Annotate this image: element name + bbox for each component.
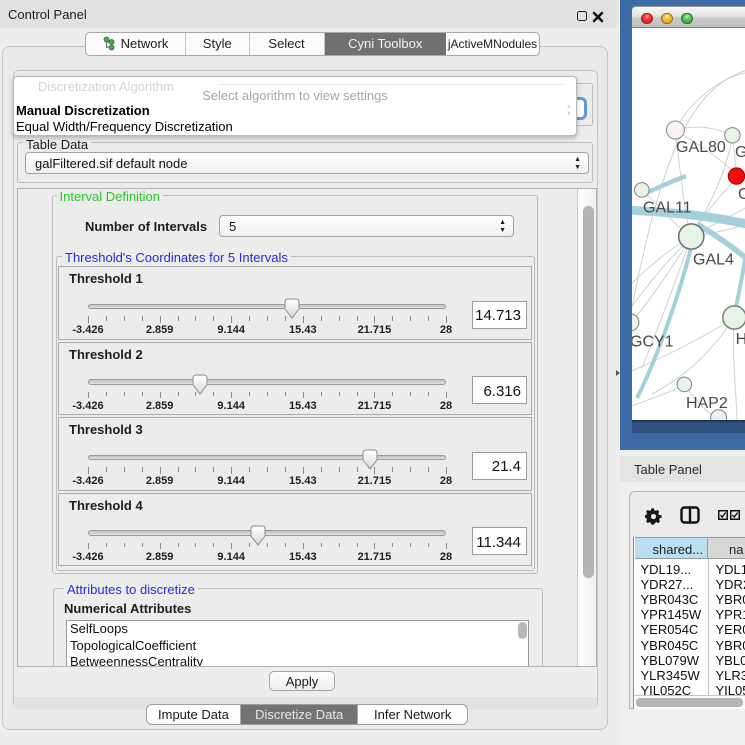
svg-text:GAL11: GAL11 [643,199,692,216]
svg-text:GCY1: GCY1 [632,334,674,351]
svg-text:GA: GA [735,144,745,161]
svg-text:GAL80: GAL80 [676,139,726,156]
svg-text:H: H [736,331,745,348]
svg-text:C: C [738,186,745,203]
svg-text:GAL4: GAL4 [693,251,734,268]
svg-text:HAP2: HAP2 [686,395,728,412]
